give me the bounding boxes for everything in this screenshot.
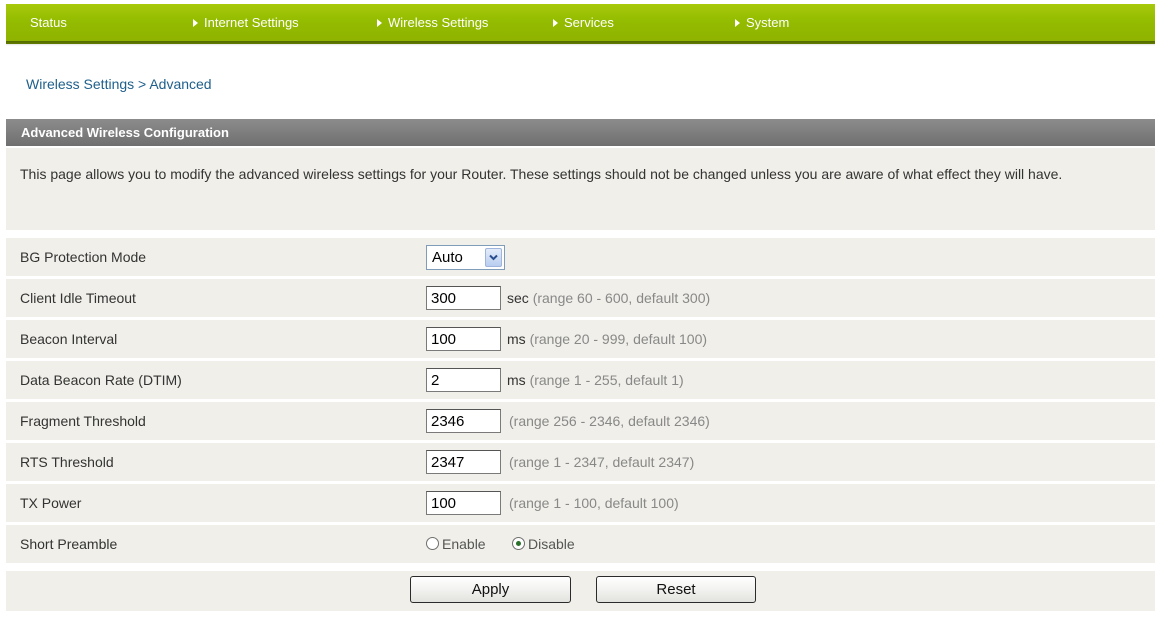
field-hint: ms (range 1 - 255, default 1) bbox=[507, 361, 684, 399]
nav-shadow bbox=[6, 41, 1155, 46]
field-range: (range 20 - 999, default 100) bbox=[529, 331, 708, 347]
rts-threshold-input[interactable] bbox=[426, 450, 501, 474]
nav-item-label: Status bbox=[30, 15, 67, 30]
field-value-cell: sec (range 60 - 600, default 300) bbox=[411, 279, 1155, 317]
field-range: (range 1 - 100, default 100) bbox=[509, 495, 679, 511]
triangle-right-icon bbox=[553, 19, 558, 27]
triangle-right-icon bbox=[377, 19, 382, 27]
tx-power-input[interactable] bbox=[426, 491, 501, 515]
beacon-interval-input[interactable] bbox=[426, 327, 501, 351]
row-beacon-interval: Beacon Interval ms (range 20 - 999, defa… bbox=[6, 320, 1155, 358]
triangle-right-icon bbox=[193, 19, 198, 27]
field-label: BG Protection Mode bbox=[20, 249, 147, 265]
dtim-input[interactable] bbox=[426, 368, 501, 392]
field-value-cell: Enable Disable bbox=[411, 525, 1155, 563]
nav-item-label: Services bbox=[564, 15, 614, 30]
short-preamble-disable-radio[interactable] bbox=[512, 537, 525, 550]
field-value-cell: (range 1 - 2347, default 2347) bbox=[411, 443, 1155, 481]
row-dtim: Data Beacon Rate (DTIM) ms (range 1 - 25… bbox=[6, 361, 1155, 399]
field-hint: ms (range 20 - 999, default 100) bbox=[507, 320, 707, 358]
field-unit: ms bbox=[507, 372, 526, 388]
row-short-preamble: Short Preamble Enable Disable bbox=[6, 525, 1155, 563]
nav-item-services[interactable]: Services bbox=[553, 16, 614, 30]
fragment-threshold-input[interactable] bbox=[426, 409, 501, 433]
nav-item-label: Internet Settings bbox=[204, 15, 299, 30]
field-label: Beacon Interval bbox=[20, 331, 118, 347]
field-unit: ms bbox=[507, 331, 526, 347]
row-client-idle-timeout: Client Idle Timeout sec (range 60 - 600,… bbox=[6, 279, 1155, 317]
nav-item-label: Wireless Settings bbox=[388, 15, 489, 30]
nav-item-status[interactable]: Status bbox=[30, 16, 67, 30]
field-hint: sec (range 60 - 600, default 300) bbox=[507, 279, 710, 317]
field-range: (range 60 - 600, default 300) bbox=[532, 290, 711, 306]
field-value-cell: ms (range 1 - 255, default 1) bbox=[411, 361, 1155, 399]
field-label: TX Power bbox=[20, 495, 82, 511]
row-tx-power: TX Power (range 1 - 100, default 100) bbox=[6, 484, 1155, 522]
chevron-down-icon[interactable] bbox=[485, 248, 502, 267]
apply-button[interactable]: Apply bbox=[410, 576, 571, 603]
triangle-right-icon bbox=[735, 19, 740, 27]
field-label: Fragment Threshold bbox=[20, 413, 146, 429]
field-value-cell: (range 256 - 2346, default 2346) bbox=[411, 402, 1155, 440]
client-idle-timeout-input[interactable] bbox=[426, 286, 501, 310]
short-preamble-enable-radio[interactable] bbox=[426, 537, 439, 550]
field-value-cell: (range 1 - 100, default 100) bbox=[411, 484, 1155, 522]
reset-button[interactable]: Reset bbox=[596, 576, 756, 603]
field-value-cell: ms (range 20 - 999, default 100) bbox=[411, 320, 1155, 358]
bg-protection-mode-select[interactable]: Auto bbox=[426, 245, 505, 270]
field-unit: sec bbox=[507, 290, 529, 306]
row-fragment-threshold: Fragment Threshold (range 256 - 2346, de… bbox=[6, 402, 1155, 440]
field-range: (range 1 - 255, default 1) bbox=[529, 372, 684, 388]
breadcrumb[interactable]: Wireless Settings > Advanced bbox=[26, 76, 212, 92]
radio-label-disable[interactable]: Disable bbox=[528, 525, 575, 563]
select-value: Auto bbox=[432, 249, 463, 266]
nav-item-system[interactable]: System bbox=[735, 16, 789, 30]
top-nav-bar: Status Internet Settings Wireless Settin… bbox=[6, 4, 1155, 46]
button-row: Apply Reset bbox=[6, 571, 1155, 611]
row-bg-protection-mode: BG Protection Mode Auto bbox=[6, 238, 1155, 276]
radio-label-enable[interactable]: Enable bbox=[442, 525, 486, 563]
panel-title: Advanced Wireless Configuration bbox=[6, 119, 1155, 146]
field-label: Short Preamble bbox=[20, 536, 118, 552]
field-range: (range 256 - 2346, default 2346) bbox=[509, 413, 710, 429]
field-value-cell: Auto bbox=[411, 238, 1155, 276]
field-range: (range 1 - 2347, default 2347) bbox=[509, 454, 695, 470]
row-rts-threshold: RTS Threshold (range 1 - 2347, default 2… bbox=[6, 443, 1155, 481]
panel-description: This page allows you to modify the advan… bbox=[6, 148, 1155, 230]
nav-item-wireless-settings[interactable]: Wireless Settings bbox=[377, 16, 488, 30]
field-label: Data Beacon Rate (DTIM) bbox=[20, 372, 182, 388]
nav-item-internet-settings[interactable]: Internet Settings bbox=[193, 16, 299, 30]
field-label: Client Idle Timeout bbox=[20, 290, 136, 306]
nav-item-label: System bbox=[746, 15, 790, 30]
field-label: RTS Threshold bbox=[20, 454, 114, 470]
